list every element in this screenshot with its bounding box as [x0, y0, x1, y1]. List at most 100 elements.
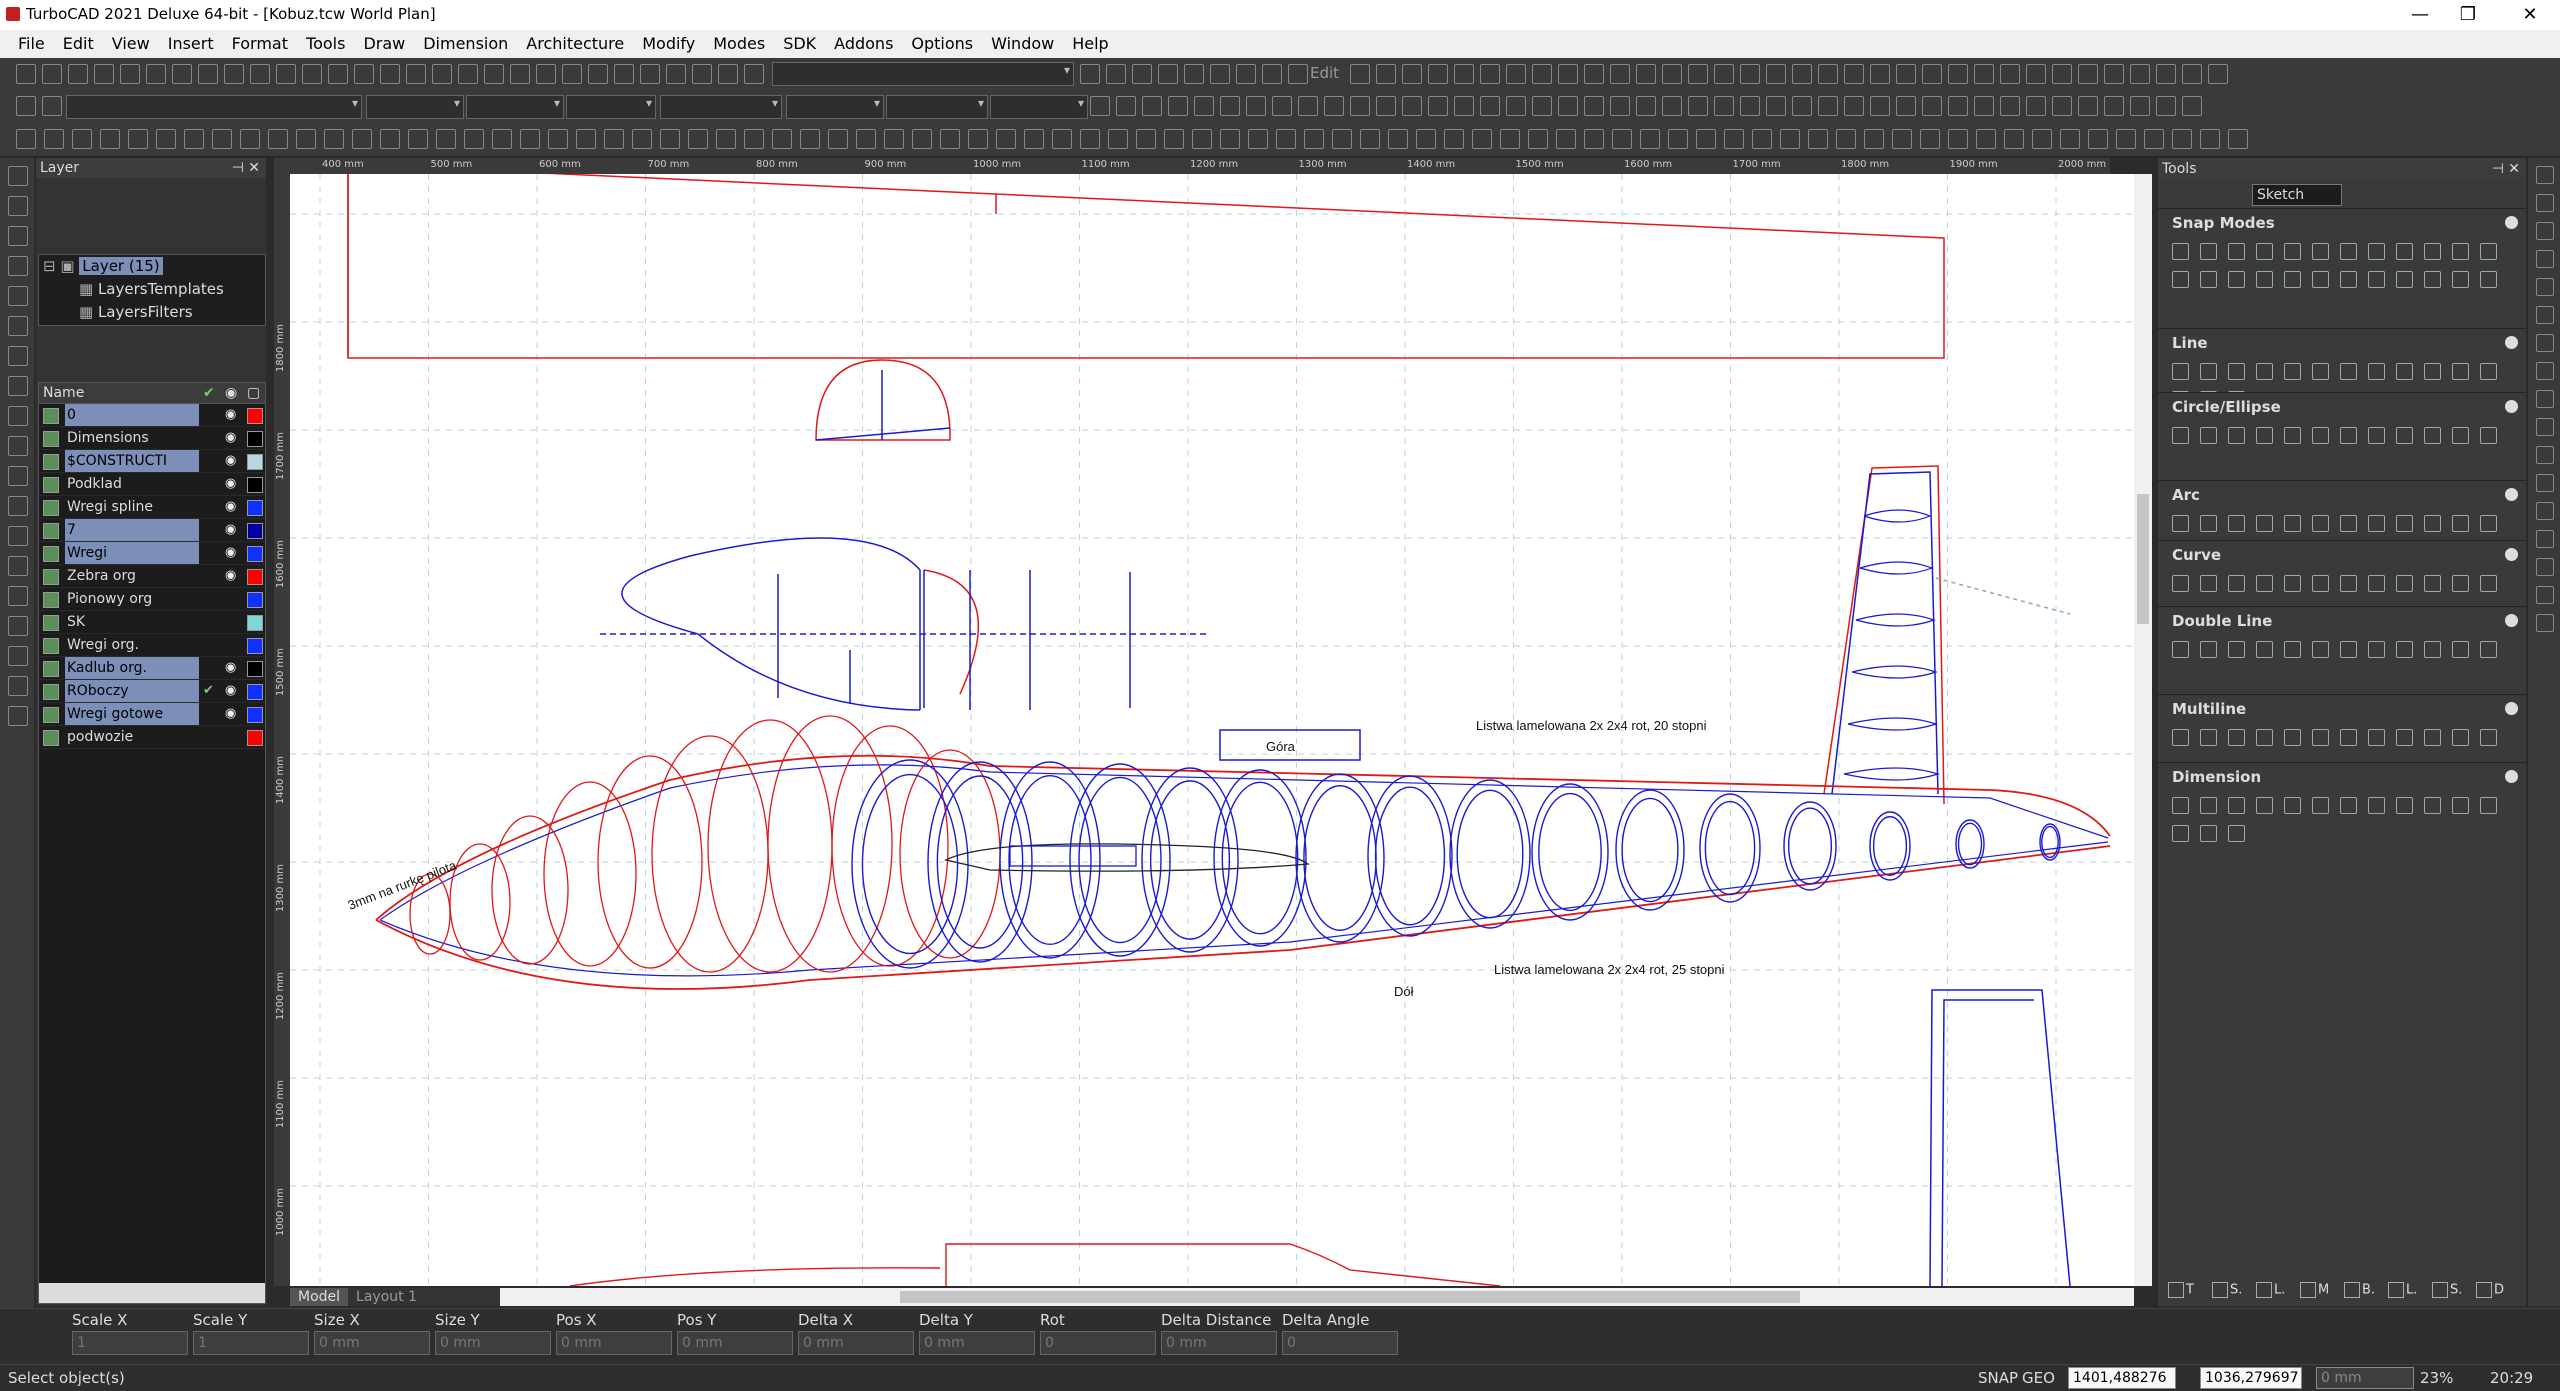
- toolbar-icon[interactable]: [1090, 96, 1110, 116]
- toolbar-icon[interactable]: [2004, 129, 2024, 149]
- toolbar-icon[interactable]: [1724, 129, 1744, 149]
- toolbar-icon[interactable]: [692, 64, 712, 84]
- toolbar-icon[interactable]: [354, 64, 374, 84]
- toolbar-icon[interactable]: [184, 129, 204, 149]
- left-tool-icon[interactable]: [8, 676, 28, 696]
- tool-icon[interactable]: [2228, 243, 2245, 260]
- tool-icon[interactable]: [2256, 427, 2273, 444]
- tool-section-header[interactable]: Dimension: [2158, 762, 2526, 791]
- toolbar-icon[interactable]: [16, 64, 36, 84]
- tool-icon[interactable]: [2228, 363, 2245, 380]
- tool-tab[interactable]: M: [2300, 1282, 2329, 1298]
- toolbar-icon[interactable]: [1210, 64, 1230, 84]
- brush-combo[interactable]: [660, 95, 782, 119]
- tool-icon[interactable]: [2312, 363, 2329, 380]
- tool-icon[interactable]: [2228, 575, 2245, 592]
- layer-combo[interactable]: [772, 62, 1074, 86]
- toolbar-icon[interactable]: [1640, 129, 1660, 149]
- left-tool-icon[interactable]: [8, 436, 28, 456]
- layer-name[interactable]: ROboczy: [65, 680, 199, 702]
- menu-modes[interactable]: Modes: [704, 30, 774, 58]
- left-tool-icon[interactable]: [8, 316, 28, 336]
- tool-icon[interactable]: [2368, 427, 2385, 444]
- right-tool-icon[interactable]: [2536, 474, 2554, 492]
- toolbar-icon[interactable]: [1844, 96, 1864, 116]
- tool-icon[interactable]: [2396, 797, 2413, 814]
- inspector-field[interactable]: 0 mm: [556, 1331, 672, 1355]
- layer-row[interactable]: Pionowy org: [39, 588, 265, 611]
- toolbar-icon[interactable]: [16, 96, 36, 116]
- toolbar-icon[interactable]: [1500, 129, 1520, 149]
- toolbar-icon[interactable]: [1920, 129, 1940, 149]
- toolbar-icon[interactable]: [324, 129, 344, 149]
- menu-modify[interactable]: Modify: [633, 30, 704, 58]
- right-tool-icon[interactable]: [2536, 362, 2554, 380]
- layer-color-swatch[interactable]: [247, 730, 263, 746]
- menu-insert[interactable]: Insert: [159, 30, 223, 58]
- tool-icon[interactable]: [2480, 641, 2497, 658]
- toolbar-icon[interactable]: [536, 64, 556, 84]
- tool-icon[interactable]: [2368, 271, 2385, 288]
- toolbar-icon[interactable]: [1584, 64, 1604, 84]
- tool-icon[interactable]: [2228, 427, 2245, 444]
- toolbar-icon[interactable]: [640, 64, 660, 84]
- layer-color-swatch[interactable]: [247, 431, 263, 447]
- toolbar-icon[interactable]: [1688, 96, 1708, 116]
- inspector-field[interactable]: 0 mm: [435, 1331, 551, 1355]
- right-tool-icon[interactable]: [2536, 334, 2554, 352]
- toolbar-icon[interactable]: [1714, 64, 1734, 84]
- toolbar-icon[interactable]: [1236, 64, 1256, 84]
- toolbar-icon[interactable]: [828, 129, 848, 149]
- layer-name[interactable]: Pionowy org: [65, 588, 199, 610]
- toolbar-icon[interactable]: [2144, 129, 2164, 149]
- left-tool-icon[interactable]: [8, 376, 28, 396]
- toolbar-icon[interactable]: [1184, 64, 1204, 84]
- toolbar-icon[interactable]: [1136, 129, 1156, 149]
- toolbar-icon[interactable]: [1080, 129, 1100, 149]
- layer-color-swatch[interactable]: [247, 638, 263, 654]
- toolbar-icon[interactable]: [1428, 64, 1448, 84]
- toolbar-icon[interactable]: [2000, 64, 2020, 84]
- toolbar-icon[interactable]: [716, 129, 736, 149]
- geo-indicator[interactable]: GEO: [2022, 1369, 2055, 1387]
- hscroll-thumb[interactable]: [900, 1291, 1800, 1303]
- toolbar-icon[interactable]: [1740, 96, 1760, 116]
- tool-icon[interactable]: [2368, 243, 2385, 260]
- tool-icon[interactable]: [2200, 427, 2217, 444]
- right-tool-icon[interactable]: [2536, 446, 2554, 464]
- horizontal-scrollbar[interactable]: [500, 1288, 2134, 1306]
- tool-icon[interactable]: [2312, 427, 2329, 444]
- toolbar-icon[interactable]: [1818, 96, 1838, 116]
- toolbar-icon[interactable]: [1472, 129, 1492, 149]
- right-tool-icon[interactable]: [2536, 418, 2554, 436]
- toolbar-icon[interactable]: [302, 64, 322, 84]
- collapse-icon[interactable]: [2505, 488, 2518, 501]
- scale-combo[interactable]: [566, 95, 656, 119]
- toolbar-icon[interactable]: [1158, 64, 1178, 84]
- toolbar-icon[interactable]: [240, 129, 260, 149]
- toolbar-icon[interactable]: [1752, 129, 1772, 149]
- tool-icon[interactable]: [2312, 243, 2329, 260]
- toolbar-icon[interactable]: [1870, 64, 1890, 84]
- tool-icon[interactable]: [2284, 641, 2301, 658]
- tool-icon[interactable]: [2200, 641, 2217, 658]
- tool-icon[interactable]: [2284, 271, 2301, 288]
- toolbar-icon[interactable]: [968, 129, 988, 149]
- left-tool-icon[interactable]: [8, 556, 28, 576]
- toolbar-icon[interactable]: [1106, 64, 1126, 84]
- eye-icon[interactable]: ◉: [225, 473, 241, 495]
- width-combo[interactable]: [366, 95, 464, 119]
- pattern-combo[interactable]: [786, 95, 884, 119]
- right-tool-icon[interactable]: [2536, 222, 2554, 240]
- toolbar-icon[interactable]: [1610, 64, 1630, 84]
- eye-icon[interactable]: ◉: [225, 680, 241, 702]
- layer-name[interactable]: Dimensions: [65, 427, 199, 449]
- tool-icon[interactable]: [2256, 797, 2273, 814]
- toolbar-icon[interactable]: [2052, 96, 2072, 116]
- toolbar-icon[interactable]: [1892, 129, 1912, 149]
- tool-icon[interactable]: [2228, 641, 2245, 658]
- tool-icon[interactable]: [2172, 575, 2189, 592]
- toolbar-icon[interactable]: [2032, 129, 2052, 149]
- toolbar-icon[interactable]: [44, 129, 64, 149]
- toolbar-icon[interactable]: [2078, 96, 2098, 116]
